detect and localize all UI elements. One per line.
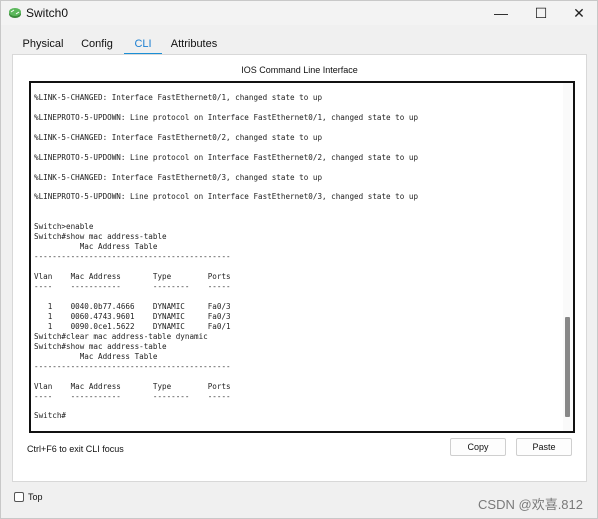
- window-title: Switch0: [26, 6, 69, 20]
- copy-button[interactable]: Copy: [450, 438, 506, 456]
- top-checkbox-label: Top: [28, 492, 43, 502]
- scrollbar-thumb[interactable]: [565, 317, 570, 417]
- cli-output[interactable]: %LINK-5-CHANGED: Interface FastEthernet0…: [34, 83, 554, 431]
- switch-app-icon: [9, 8, 21, 18]
- tab-config[interactable]: Config: [75, 34, 119, 54]
- cli-panel: IOS Command Line Interface %LINK-5-CHANG…: [12, 54, 587, 482]
- cli-terminal[interactable]: %LINK-5-CHANGED: Interface FastEthernet0…: [29, 81, 575, 433]
- tab-bar: Physical Config CLI Attributes: [11, 34, 589, 56]
- terminal-scrollbar[interactable]: [563, 83, 573, 431]
- tab-attributes[interactable]: Attributes: [168, 34, 220, 54]
- minimize-button[interactable]: —: [485, 1, 517, 25]
- tab-cli[interactable]: CLI: [124, 34, 162, 56]
- close-button[interactable]: ✕: [563, 1, 595, 25]
- close-icon: ✕: [573, 4, 585, 21]
- cli-header: IOS Command Line Interface: [241, 65, 358, 75]
- top-checkbox[interactable]: [14, 492, 24, 502]
- paste-button[interactable]: Paste: [516, 438, 572, 456]
- exit-focus-hint: Ctrl+F6 to exit CLI focus: [27, 444, 124, 454]
- tab-physical[interactable]: Physical: [17, 34, 69, 54]
- maximize-icon: ☐: [534, 4, 548, 21]
- switch-window: Switch0 — ☐ ✕ Physical Config CLI Attrib…: [0, 0, 598, 519]
- maximize-button[interactable]: ☐: [525, 1, 557, 25]
- title-bar[interactable]: Switch0 — ☐ ✕: [1, 1, 597, 25]
- minimize-icon: —: [494, 5, 508, 21]
- watermark: CSDN @欢喜.812: [478, 497, 583, 512]
